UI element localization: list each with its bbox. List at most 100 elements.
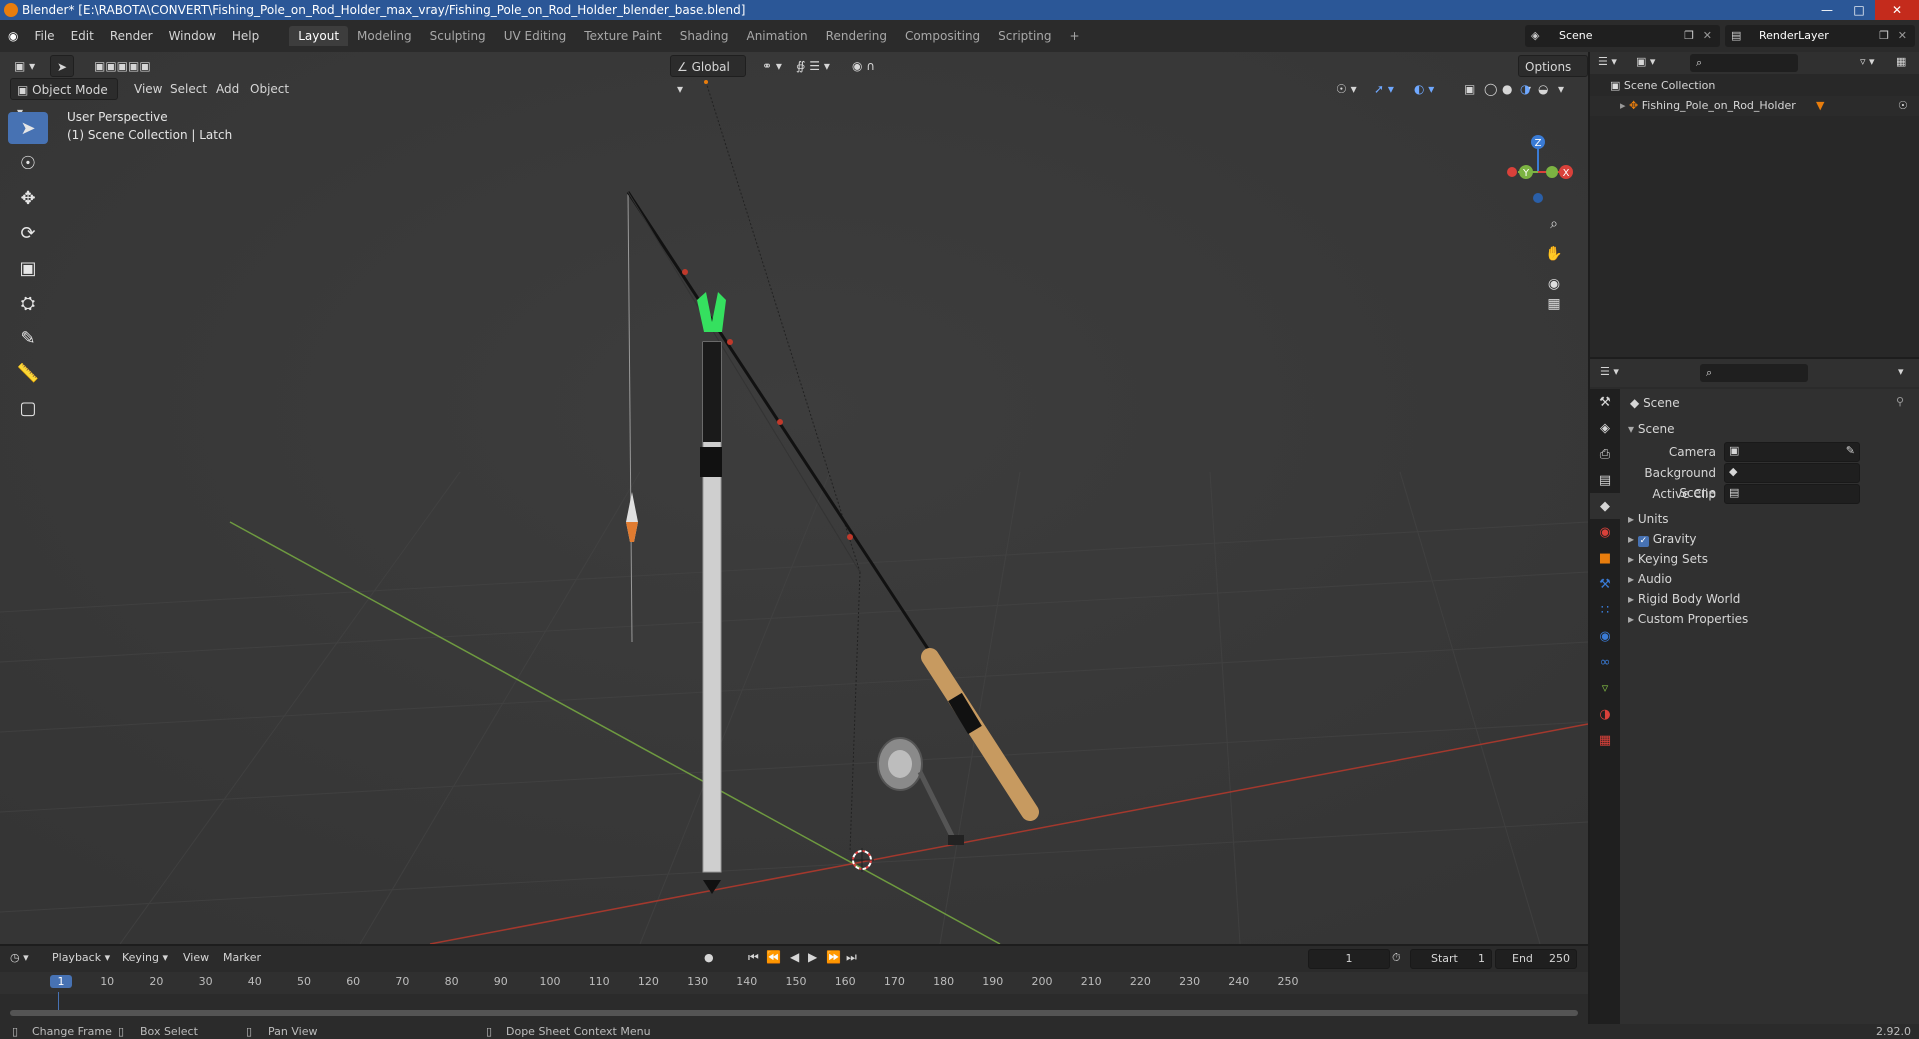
copy-icon[interactable]: ❐ (1879, 25, 1889, 47)
view-layer-selector[interactable]: ▤ RenderLayer ❐ ✕ (1725, 25, 1915, 47)
tab-rendering[interactable]: Rendering (817, 26, 896, 46)
menu-help[interactable]: Help (224, 29, 267, 43)
transform-orientation-dropdown[interactable]: ∠ Global ▾ (670, 55, 746, 96)
eye-visibility-icon[interactable]: ☉ (1898, 96, 1908, 116)
new-collection-icon[interactable]: ▦ (1896, 55, 1906, 68)
add-workspace-icon[interactable]: + (1061, 26, 1089, 46)
object-mode-dropdown[interactable]: ▣ Object Mode ▾ (10, 78, 118, 119)
eyedropper-icon[interactable]: ✎ (1846, 444, 1855, 457)
data-tab-icon[interactable]: ▿ (1590, 675, 1620, 701)
menu-file[interactable]: File (26, 29, 62, 43)
proportional-edit-icon[interactable]: ◉ ∩ (846, 55, 881, 77)
transform-tool-icon[interactable]: ⛭ (8, 287, 48, 319)
tab-compositing[interactable]: Compositing (896, 26, 989, 46)
outliner-row-root[interactable]: ▣ Scene Collection (1590, 76, 1919, 96)
camera-field[interactable]: ▣ ✎ (1724, 442, 1860, 462)
snap-icon[interactable]: ∯ ☰ ▾ (790, 55, 836, 77)
scene-section-header[interactable]: ▾ Scene (1628, 419, 1674, 439)
editor-type-icon[interactable]: ☰ ▾ (1600, 365, 1619, 378)
scene-selector[interactable]: ◈ Scene ❐ ✕ (1525, 25, 1720, 47)
outliner-row-object[interactable]: ▸ ✥ Fishing_Pole_on_Rod_Holder ▼ ☉ (1590, 96, 1919, 116)
viewport-scene[interactable] (0, 52, 1588, 944)
tab-layout[interactable]: Layout (289, 26, 349, 46)
outliner-search-input[interactable]: ⌕ (1690, 54, 1798, 72)
viewport-menu-select[interactable]: Select (164, 78, 213, 100)
jump-start-icon[interactable]: ⏮ (748, 950, 759, 965)
pivot-point-icon[interactable]: ⚭ ▾ (756, 55, 788, 77)
select-tool-icon[interactable]: ➤ (50, 55, 74, 77)
menu-window[interactable]: Window (161, 29, 224, 43)
3d-viewport[interactable]: ▣ ▾ ➤ ▣▣▣▣▣ ∠ Global ▾ ⚭ ▾ ∯ ☰ ▾ ◉ ∩ Opt… (0, 52, 1588, 944)
dropdown-chevron-icon[interactable]: ▾ (1898, 365, 1904, 378)
world-tab-icon[interactable]: ◉ (1590, 519, 1620, 545)
physics-tab-icon[interactable]: ◉ (1590, 623, 1620, 649)
texture-tab-icon[interactable]: ▦ (1590, 727, 1620, 753)
add-cube-tool-icon[interactable]: ▢ (8, 392, 48, 424)
selection-mode-icons[interactable]: ▣▣▣▣▣ (88, 55, 157, 77)
timeline-menu-keying[interactable]: Keying ▾ (122, 951, 168, 964)
maximize-icon[interactable]: □ (1843, 0, 1875, 20)
panel-audio[interactable]: ▸ Audio (1628, 569, 1672, 589)
gravity-checkbox[interactable]: ✓ (1637, 536, 1649, 547)
viewport-menu-view[interactable]: View (128, 78, 168, 100)
render-tab-icon[interactable]: ◈ (1590, 415, 1620, 441)
modifier-tab-icon[interactable]: ⚒ (1590, 571, 1620, 597)
tab-shading[interactable]: Shading (671, 26, 738, 46)
blender-menu-icon[interactable]: ◉ (0, 29, 26, 43)
tab-animation[interactable]: Animation (737, 26, 816, 46)
select-box-tool-icon[interactable]: ➤ (8, 112, 48, 144)
overlays-icon[interactable]: ◐ ▾ (1408, 78, 1440, 100)
next-keyframe-icon[interactable]: ⏩ (826, 950, 841, 964)
tab-scripting[interactable]: Scripting (989, 26, 1060, 46)
tab-texture-paint[interactable]: Texture Paint (575, 26, 670, 46)
panel-units[interactable]: ▸ Units (1628, 509, 1669, 529)
editor-type-icon[interactable]: ▣ ▾ (8, 55, 41, 77)
filter-icon[interactable]: ▿ ▾ (1860, 55, 1875, 68)
panel-custom-properties[interactable]: ▸ Custom Properties (1628, 609, 1748, 629)
editor-type-icon[interactable]: ◷ ▾ (10, 951, 29, 964)
editor-type-icon[interactable]: ☰ ▾ (1598, 55, 1617, 68)
menu-render[interactable]: Render (102, 29, 161, 43)
gizmo-toggle-icon[interactable]: ➚ ▾ (1368, 78, 1400, 100)
current-frame-field[interactable]: 1 (1308, 949, 1390, 969)
jump-end-icon[interactable]: ⏭ (846, 950, 857, 965)
current-frame-indicator[interactable]: 1 (50, 975, 72, 988)
particles-tab-icon[interactable]: ∷ (1590, 597, 1620, 623)
cursor-tool-icon[interactable]: ☉ (8, 147, 48, 179)
output-tab-icon[interactable]: ⎙ (1590, 441, 1620, 467)
minimize-icon[interactable]: — (1811, 0, 1843, 20)
scene-tab-icon[interactable]: ◆ (1590, 493, 1620, 519)
tab-uv-editing[interactable]: UV Editing (495, 26, 576, 46)
view-layer-tab-icon[interactable]: ▤ (1590, 467, 1620, 493)
shading-options-icon[interactable]: ▾ (1552, 78, 1570, 100)
prev-keyframe-icon[interactable]: ⏪ (766, 950, 781, 964)
active-clip-field[interactable]: ▤ (1724, 484, 1860, 504)
stopwatch-icon[interactable]: ⏱ (1392, 951, 1401, 965)
background-scene-field[interactable]: ◆ (1724, 463, 1860, 483)
play-icon[interactable]: ▶ (808, 950, 817, 964)
menu-edit[interactable]: Edit (63, 29, 102, 43)
timeline-menu-marker[interactable]: Marker (223, 951, 261, 964)
play-reverse-icon[interactable]: ◀ (790, 950, 799, 964)
pan-view-icon[interactable]: ✋ (1545, 245, 1562, 262)
expand-arrow-icon[interactable]: ▸ (1620, 99, 1626, 112)
copy-icon[interactable]: ❐ (1684, 25, 1694, 47)
rotate-tool-icon[interactable]: ⟳ (8, 217, 48, 249)
panel-keying-sets[interactable]: ▸ Keying Sets (1628, 549, 1708, 569)
scale-tool-icon[interactable]: ▣ (8, 252, 48, 284)
record-icon[interactable]: ● (704, 951, 714, 964)
panel-rigid-body-world[interactable]: ▸ Rigid Body World (1628, 589, 1740, 609)
material-tab-icon[interactable]: ◑ (1590, 701, 1620, 727)
timeline-menu-view[interactable]: View (183, 951, 209, 964)
options-dropdown[interactable]: Options ▾ (1518, 55, 1588, 96)
tab-modeling[interactable]: Modeling (348, 26, 421, 46)
panel-gravity[interactable]: ▸ ✓ Gravity (1628, 529, 1697, 549)
properties-search-input[interactable]: ⌕ (1700, 364, 1808, 382)
timeline-ruler[interactable]: 1 10 20 30 40 50 60 70 80 90 100 110 120 130 140 150 160… (0, 972, 1588, 1016)
timeline-scrollbar[interactable] (10, 1010, 1578, 1016)
navigation-gizmo[interactable]: Z X Y ⌕ ✋ ◉ ▦ (1504, 102, 1574, 312)
annotate-tool-icon[interactable]: ✎ (8, 322, 48, 354)
measure-tool-icon[interactable]: 📏 (8, 357, 48, 389)
object-tab-icon[interactable]: ■ (1590, 545, 1620, 571)
display-mode-icon[interactable]: ▣ ▾ (1636, 55, 1655, 68)
